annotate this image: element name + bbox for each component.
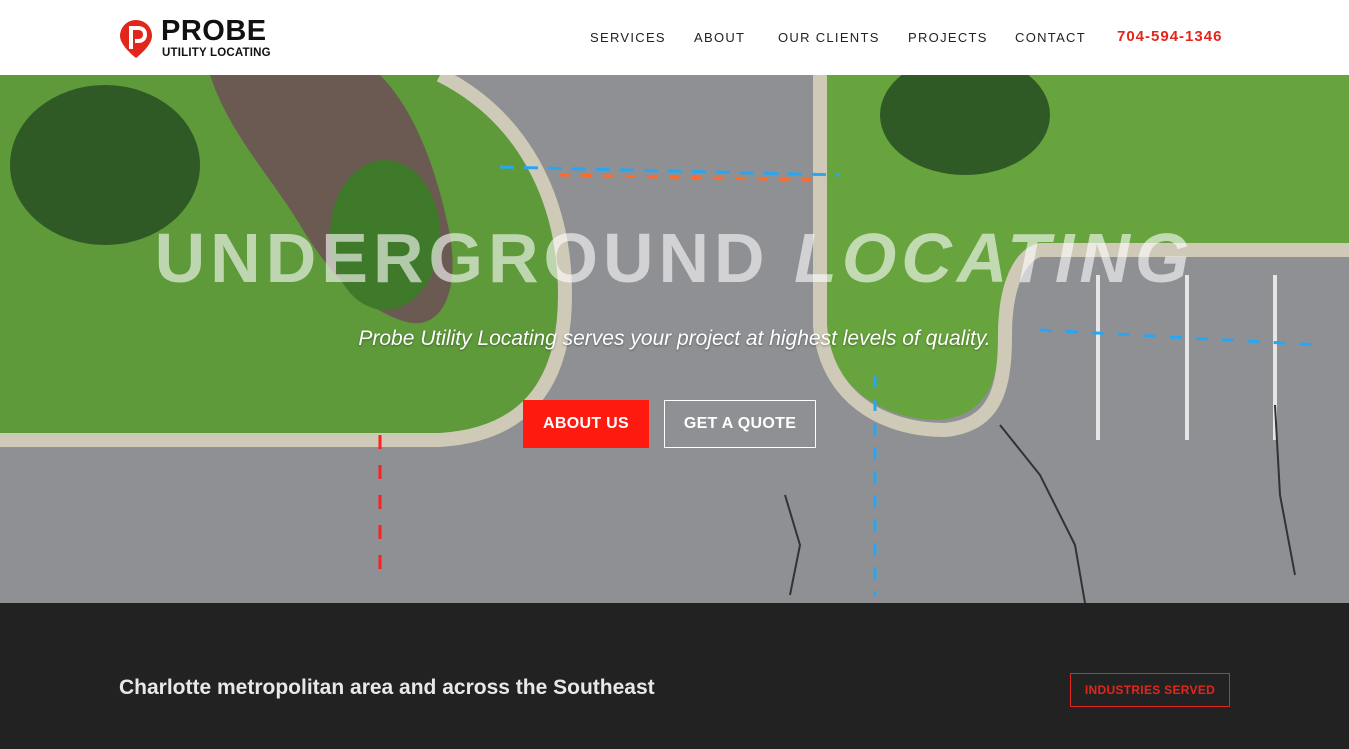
service-area-band: Charlotte metropolitan area and across t… xyxy=(0,603,1349,749)
hero-title: UNDERGROUND LOCATING xyxy=(0,223,1349,293)
nav-item-our-clients[interactable]: OUR CLIENTS xyxy=(778,30,880,45)
hero-subtitle: Probe Utility Locating serves your proje… xyxy=(358,327,991,350)
logo-title: PROBE xyxy=(161,15,267,47)
phone-link[interactable]: 704-594-1346 xyxy=(1117,28,1222,45)
nav-item-about[interactable]: ABOUT xyxy=(694,30,745,45)
hero-section: UNDERGROUND LOCATING Probe Utility Locat… xyxy=(0,75,1349,603)
nav-item-services[interactable]: SERVICES xyxy=(590,30,666,45)
main-nav: SERVICES ABOUT OUR CLIENTS PROJECTS CONT… xyxy=(569,0,1349,75)
location-pin-logo-icon xyxy=(120,20,152,58)
logo-subtitle: UTILITY LOCATING xyxy=(162,47,271,59)
hero-title-main: UNDERGROUND xyxy=(154,219,770,297)
site-header: PROBE UTILITY LOCATING SERVICES ABOUT OU… xyxy=(0,0,1349,75)
get-a-quote-button[interactable]: GET A QUOTE xyxy=(664,400,816,448)
site-logo[interactable]: PROBE UTILITY LOCATING xyxy=(119,15,289,61)
nav-item-projects[interactable]: PROJECTS xyxy=(908,30,988,45)
service-area-text: Charlotte metropolitan area and across t… xyxy=(119,676,655,699)
hero-title-accent: LOCATING xyxy=(794,219,1195,297)
nav-item-contact[interactable]: CONTACT xyxy=(1015,30,1086,45)
about-us-button[interactable]: ABOUT US xyxy=(523,400,649,448)
industries-served-button[interactable]: INDUSTRIES SERVED xyxy=(1070,673,1230,707)
